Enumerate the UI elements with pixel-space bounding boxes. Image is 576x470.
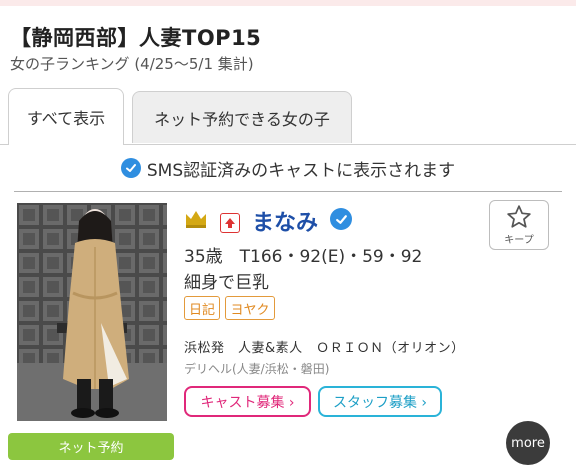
page-subtitle: 女の子ランキング (4/25〜5/1 集計) — [10, 55, 254, 73]
page-title: 【静岡西部】人妻TOP15 — [10, 26, 262, 50]
top-strip — [0, 0, 576, 6]
staff-recruit-button[interactable]: スタッフ募集 › — [318, 386, 442, 417]
verified-check-icon — [120, 158, 141, 178]
cast-name[interactable]: まなみ — [252, 205, 318, 237]
tab-all-label: すべて表示 — [26, 109, 106, 128]
crown-icon — [184, 209, 208, 233]
more-button[interactable]: more — [506, 421, 550, 465]
sms-note-text: SMS認証済みのキャストに表示されます — [146, 160, 456, 181]
sms-note: SMS認証済みのキャストに表示されます — [0, 150, 576, 186]
section-divider — [14, 191, 562, 192]
shop-genre: デリヘル(人妻/浜松・磐田) — [184, 362, 330, 376]
cast-catch-copy: 細身で巨乳 — [184, 273, 269, 293]
tag-yoyaku[interactable]: ヨヤク — [225, 296, 275, 320]
cast-recruit-button[interactable]: キャスト募集 › — [184, 386, 311, 417]
tab-net-reserve[interactable]: ネット予約できる女の子 — [132, 91, 352, 143]
cast-photo[interactable] — [17, 203, 167, 421]
keep-label: キープ — [504, 235, 534, 246]
rank-up-arrow-icon — [220, 213, 240, 233]
shop-name[interactable]: 浜松発 人妻&素人 ＯＲＩＯＮ（オリオン） — [184, 337, 465, 356]
star-outline-icon — [507, 205, 531, 228]
tab-all[interactable]: すべて表示 — [8, 88, 124, 145]
keep-button[interactable]: キープ — [489, 200, 549, 250]
net-reserve-button[interactable]: ネット予約 — [8, 433, 174, 460]
active-tab-gap — [9, 144, 123, 146]
tag-diary[interactable]: 日記 — [184, 296, 220, 320]
tab-net-reserve-label: ネット予約できる女の子 — [154, 109, 330, 129]
verified-check-icon — [330, 208, 352, 230]
cast-profile: 35歳 T166・92(E)・59・92 — [184, 247, 423, 267]
